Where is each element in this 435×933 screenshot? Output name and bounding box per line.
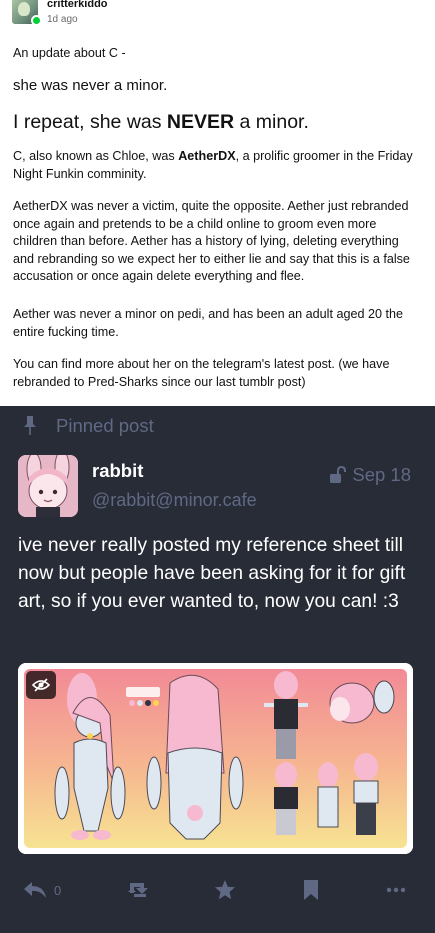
paragraph-3-text-b: a minor. bbox=[234, 111, 309, 133]
embedded-screenshot: Pinned post rabbit @rabbit@minor.cafe Se… bbox=[0, 406, 435, 933]
post-header: critterkiddo 1d ago bbox=[0, 0, 435, 30]
more-button[interactable] bbox=[386, 876, 406, 904]
post-paragraph-3: I repeat, she was NEVER a minor. bbox=[13, 110, 423, 134]
star-icon bbox=[215, 880, 235, 900]
reply-count: 0 bbox=[54, 882, 62, 898]
account-handle[interactable]: @rabbit@minor.cafe bbox=[92, 490, 257, 511]
pinned-label: Pinned post bbox=[56, 415, 154, 436]
online-badge-icon bbox=[31, 15, 42, 26]
media-attachment[interactable] bbox=[18, 663, 413, 854]
status-action-bar: 0 bbox=[0, 872, 435, 908]
paragraph-4-text-a: C, also known as Chloe, was bbox=[13, 149, 179, 163]
post-paragraph-6: Aether was never a minor on pedi, and ha… bbox=[13, 307, 403, 339]
boost-button[interactable] bbox=[126, 876, 150, 904]
post-date-link[interactable]: Sep 18 bbox=[328, 464, 411, 486]
display-name[interactable]: rabbit bbox=[92, 460, 143, 482]
pinned-row: Pinned post bbox=[22, 412, 154, 440]
reference-sheet-image bbox=[18, 663, 413, 854]
eye-slash-icon bbox=[32, 678, 50, 692]
reply-button[interactable]: 0 bbox=[22, 876, 61, 904]
post-paragraph-2: she was never a minor. bbox=[13, 77, 168, 94]
post-paragraph-4: C, also known as Chloe, was AetherDX, a … bbox=[13, 148, 423, 183]
paragraph-3-text-a: I repeat, she was bbox=[13, 111, 167, 133]
post-paragraph-5: AetherDX was never a victim, quite the o… bbox=[13, 199, 410, 283]
status-content: ive never really posted my reference she… bbox=[18, 535, 406, 612]
reply-icon bbox=[24, 882, 46, 898]
bookmark-button[interactable] bbox=[302, 876, 320, 904]
rabbit-avatar-art bbox=[18, 455, 78, 517]
rabbit-avatar[interactable] bbox=[18, 455, 78, 517]
paragraph-3-emphasis: NEVER bbox=[166, 111, 235, 133]
unlock-icon bbox=[330, 466, 347, 483]
aetherdx-name: AetherDX bbox=[178, 149, 236, 163]
post-timestamp[interactable]: 1d ago bbox=[47, 14, 78, 25]
hide-media-button[interactable] bbox=[26, 671, 56, 699]
post-date: Sep 18 bbox=[352, 464, 411, 485]
pin-icon bbox=[24, 416, 36, 435]
favourite-button[interactable] bbox=[214, 876, 236, 904]
author-name[interactable]: critterkiddo bbox=[47, 0, 108, 10]
ellipsis-icon bbox=[386, 887, 406, 893]
bookmark-icon bbox=[304, 880, 318, 900]
post-paragraph-1: An update about C - bbox=[13, 46, 126, 60]
post-paragraph-7: You can find more about her on the teleg… bbox=[13, 357, 390, 389]
boost-icon bbox=[128, 883, 148, 897]
